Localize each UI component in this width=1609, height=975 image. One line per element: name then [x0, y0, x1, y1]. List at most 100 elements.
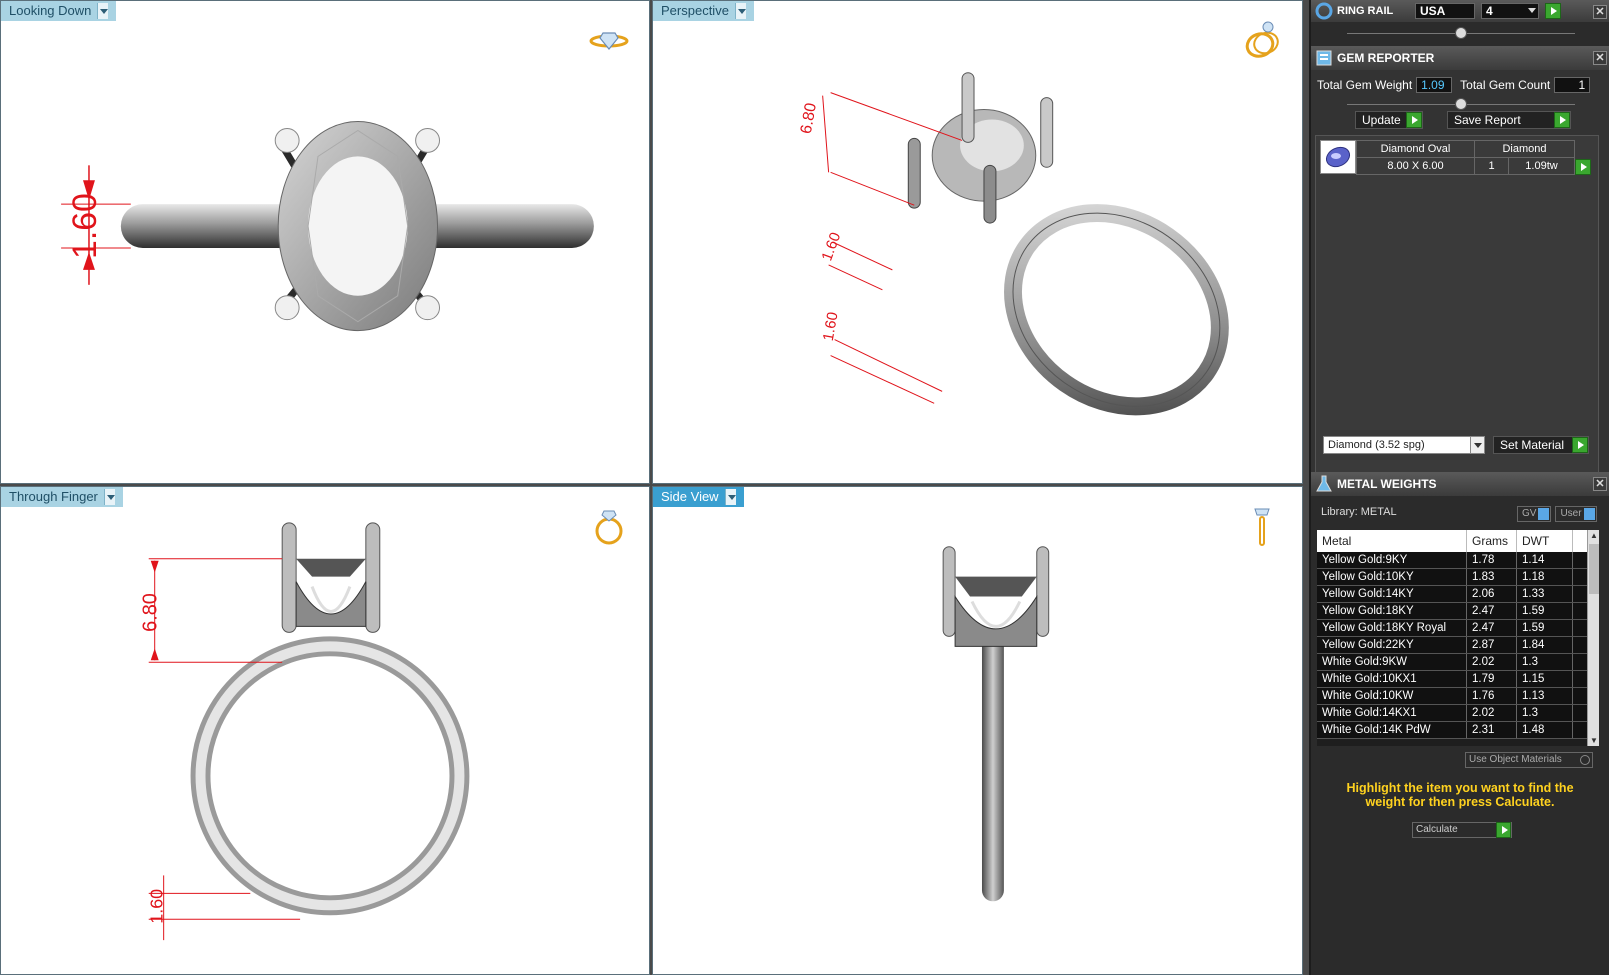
table-cell: 1.18 [1517, 569, 1573, 585]
table-cell: 1.84 [1517, 637, 1573, 653]
table-row[interactable]: Yellow Gold:22KY 2.87 1.84 [1317, 637, 1599, 654]
table-cell: White Gold:14KX1 [1317, 705, 1467, 721]
table-cell: Yellow Gold:9KY [1317, 552, 1467, 568]
splitter-handle[interactable] [1455, 98, 1467, 110]
view-top-icon[interactable] [587, 17, 631, 61]
table-row[interactable]: White Gold:9KW 2.02 1.3 [1317, 654, 1599, 671]
set-material-label: Set Material [1500, 438, 1565, 452]
material-select[interactable]: Diamond (3.52 spg) [1323, 436, 1485, 454]
dimension-label: 6.80 [798, 102, 820, 136]
table-row[interactable]: Yellow Gold:10KY 1.83 1.18 [1317, 569, 1599, 586]
table-row[interactable]: Yellow Gold:14KY 2.06 1.33 [1317, 586, 1599, 603]
column-header[interactable]: DWT [1517, 530, 1573, 552]
table-cell: 2.47 [1467, 603, 1517, 619]
dropdown-arrow-icon[interactable] [103, 489, 115, 505]
use-object-materials-toggle[interactable]: Use Object Materials [1465, 752, 1593, 768]
viewport-side-view[interactable]: Side View [652, 486, 1303, 975]
ring-rail-title: RING RAIL [1337, 4, 1394, 17]
dropdown-arrow-icon[interactable] [734, 3, 746, 19]
table-header: Metal Grams DWT [1317, 530, 1599, 552]
calculate-button[interactable]: Calculate [1412, 822, 1512, 838]
material-select-value: Diamond (3.52 spg) [1328, 439, 1425, 451]
dimension-label: 6.80 [140, 593, 162, 632]
gem-reporter-header: GEM REPORTER ✕ [1311, 46, 1609, 70]
ring-size-select[interactable]: 4 [1481, 3, 1539, 19]
view-side-icon[interactable] [1240, 503, 1284, 547]
save-report-label: Save Report [1454, 113, 1521, 127]
region-select[interactable]: USA [1415, 3, 1475, 19]
ring-rail-go-button[interactable] [1545, 3, 1561, 19]
table-cell: 1.15 [1517, 671, 1573, 687]
viewport-label-side-view[interactable]: Side View [653, 487, 744, 507]
table-cell: 1.13 [1517, 688, 1573, 704]
scrollbar-thumb[interactable] [1589, 544, 1599, 594]
viewport-title: Perspective [661, 3, 729, 18]
update-button[interactable]: Update [1355, 111, 1423, 129]
gem-count: 1 [1474, 157, 1509, 175]
metal-weights-table: Metal Grams DWT Yellow Gold:9KY 1.78 1.14 Y… [1317, 530, 1599, 746]
table-cell: 2.02 [1467, 654, 1517, 670]
scroll-up-icon[interactable]: ▲ [1590, 531, 1598, 540]
scrollbar[interactable]: ▲ ▼ [1587, 530, 1599, 746]
table-row[interactable]: White Gold:14K PdW 2.31 1.48 [1317, 722, 1599, 739]
ring-size-value: 4 [1486, 4, 1493, 18]
table-cell: 1.59 [1517, 620, 1573, 636]
viewport-looking-down[interactable]: 1.60 Looking Down [0, 0, 650, 484]
dropdown-arrow-icon[interactable] [97, 3, 109, 19]
column-header[interactable]: Metal [1317, 530, 1467, 552]
user-toggle[interactable]: User [1555, 506, 1597, 522]
table-row[interactable]: White Gold:14KX1 2.02 1.3 [1317, 705, 1599, 722]
total-gem-weight-label: Total Gem Weight [1317, 78, 1413, 92]
viewport-label-perspective[interactable]: Perspective [653, 1, 754, 21]
close-icon[interactable]: ✕ [1593, 51, 1607, 65]
viewport-through-finger[interactable]: 6.80 1.60 Through Finger [0, 486, 650, 975]
gem-size: 8.00 X 6.00 [1356, 157, 1475, 175]
viewport-perspective[interactable]: 6.80 1.60 1.60 Perspective [652, 0, 1303, 484]
viewport-label-through-finger[interactable]: Through Finger [1, 487, 123, 507]
go-icon [1554, 112, 1570, 128]
table-row[interactable]: Yellow Gold:18KY Royal 2.47 1.59 [1317, 620, 1599, 637]
table-cell: Yellow Gold:14KY [1317, 586, 1467, 602]
viewport-label-looking-down[interactable]: Looking Down [1, 1, 117, 21]
scroll-down-icon[interactable]: ▼ [1590, 736, 1598, 745]
gem-details: Diamond Oval Diamond 8.00 X 6.00 1 1.09t… [1356, 140, 1575, 175]
viewport-title: Looking Down [9, 3, 92, 18]
total-gem-count-label: Total Gem Count [1460, 78, 1551, 92]
splitter-handle[interactable] [1455, 27, 1467, 39]
gem-totals-row: Total Gem Weight 1.09 Total Gem Count 1 [1317, 77, 1591, 93]
table-cell: 1.3 [1517, 654, 1573, 670]
table-cell: 1.79 [1467, 671, 1517, 687]
table-row[interactable]: White Gold:10KX1 1.79 1.15 [1317, 671, 1599, 688]
table-cell: 1.83 [1467, 569, 1517, 585]
table-row[interactable]: White Gold:10KW 1.76 1.13 [1317, 688, 1599, 705]
calculate-label: Calculate [1416, 824, 1458, 835]
ring-side-view [942, 546, 1050, 902]
view-front-icon[interactable] [587, 503, 631, 547]
close-icon[interactable]: ✕ [1593, 477, 1607, 491]
view-perspective-icon[interactable] [1240, 17, 1284, 61]
table-row[interactable]: Yellow Gold:9KY 1.78 1.14 [1317, 552, 1599, 569]
dimension-label: 1.60 [147, 889, 167, 924]
gv-toggle[interactable]: GV [1517, 506, 1552, 522]
table-cell: 2.31 [1467, 722, 1517, 738]
ring-top-view: 1.60 [61, 121, 594, 332]
gem-go-button[interactable] [1575, 159, 1591, 175]
column-header[interactable]: Grams [1467, 530, 1517, 552]
table-cell: 1.33 [1517, 586, 1573, 602]
gem-row[interactable]: Diamond Oval Diamond 8.00 X 6.00 1 1.09t… [1320, 140, 1591, 175]
save-report-button[interactable]: Save Report [1447, 111, 1571, 129]
gem-reporter-section: GEM REPORTER ✕ Total Gem Weight 1.09 Tot… [1311, 46, 1609, 475]
dimension-label: 1.60 [66, 193, 104, 259]
set-material-button[interactable]: Set Material [1493, 436, 1589, 454]
dimension-label: 1.60 [820, 311, 842, 343]
gem-reporter-title: GEM REPORTER [1337, 51, 1435, 65]
dropdown-arrow-icon[interactable] [724, 489, 736, 505]
right-panel: RING RAIL USA 4 ✕ GEM REPORTER ✕ Total G… [1309, 0, 1609, 975]
close-icon[interactable]: ✕ [1593, 5, 1607, 19]
total-gem-count-value: 1 [1554, 77, 1591, 93]
table-cell: Yellow Gold:18KY [1317, 603, 1467, 619]
table-row[interactable]: Yellow Gold:18KY 2.47 1.59 [1317, 603, 1599, 620]
ring-rail-header: RING RAIL USA 4 ✕ [1311, 0, 1609, 22]
metal-weights-header: METAL WEIGHTS ✕ [1311, 472, 1609, 496]
table-cell: 1.14 [1517, 552, 1573, 568]
